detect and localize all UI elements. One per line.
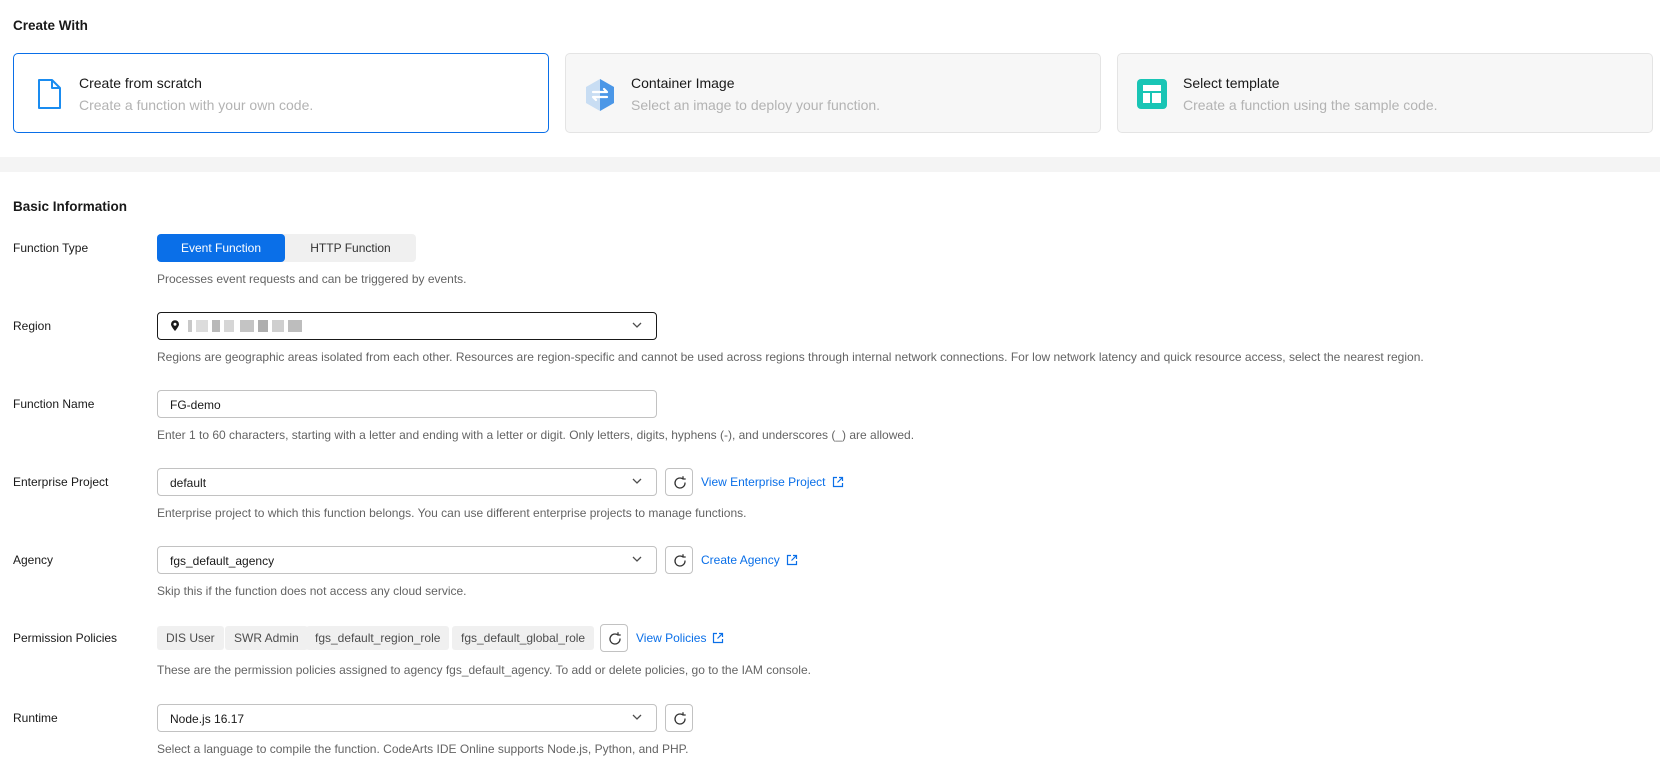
refresh-icon [674, 712, 686, 725]
refresh-icon [609, 632, 621, 645]
external-link-icon [832, 476, 843, 488]
create-with-title: Create With [13, 18, 88, 33]
enterprise-project-select[interactable]: default [157, 468, 657, 496]
runtime-select[interactable]: Node.js 16.17 [157, 704, 657, 732]
permission-policies-hint: These are the permission policies assign… [157, 663, 811, 677]
enterprise-project-hint: Enterprise project to which this functio… [157, 506, 747, 520]
function-name-hint: Enter 1 to 60 characters, starting with … [157, 428, 915, 442]
runtime-value: Node.js 16.17 [170, 712, 245, 726]
agency-select[interactable]: fgs_default_agency [157, 546, 657, 574]
runtime-hint: Select a language to compile the functio… [157, 742, 689, 756]
view-policies-link[interactable]: View Policies [636, 631, 724, 645]
function-type-label: Function Type [13, 241, 89, 255]
create-from-scratch-card[interactable]: Create from scratch Create a function wi… [13, 53, 549, 133]
card-title: Container Image [631, 75, 735, 91]
create-with-cards: Create from scratch Create a function wi… [13, 53, 1653, 133]
external-link-icon [713, 632, 724, 644]
http-function-option[interactable]: HTTP Function [285, 234, 416, 262]
card-description: Create a function with your own code. [79, 97, 314, 113]
external-link-icon [786, 554, 797, 566]
card-title: Select template [1183, 75, 1280, 91]
file-icon [31, 76, 65, 112]
function-name-label: Function Name [13, 397, 95, 411]
refresh-icon [674, 554, 686, 567]
card-description: Create a function using the sample code. [1183, 97, 1438, 113]
refresh-policies-button[interactable] [600, 624, 628, 652]
region-label: Region [13, 319, 52, 333]
refresh-enterprise-project-button[interactable] [665, 468, 693, 496]
enterprise-project-label: Enterprise Project [13, 475, 109, 489]
runtime-label: Runtime [13, 711, 58, 725]
card-description: Select an image to deploy your function. [631, 97, 881, 113]
function-name-input[interactable]: FG-demo [157, 390, 657, 418]
view-enterprise-project-link[interactable]: View Enterprise Project [701, 475, 844, 489]
permission-policies-label: Permission Policies [13, 631, 118, 645]
container-image-card[interactable]: Container Image Select an image to deplo… [565, 53, 1101, 133]
region-select[interactable] [157, 312, 657, 340]
policy-tag: fgs_default_region_role [306, 626, 450, 650]
function-name-value: FG-demo [170, 398, 221, 412]
basic-information-title: Basic Information [13, 199, 128, 214]
container-icon [583, 76, 617, 112]
policy-tag: fgs_default_global_role [452, 626, 595, 650]
section-divider [0, 157, 1660, 172]
region-hint: Regions are geographic areas isolated fr… [157, 350, 1424, 364]
create-agency-link[interactable]: Create Agency [701, 553, 798, 567]
policy-tag: DIS User [157, 626, 224, 650]
template-icon [1135, 76, 1169, 112]
agency-hint: Skip this if the function does not acces… [157, 584, 467, 598]
refresh-runtime-button[interactable] [665, 704, 693, 732]
refresh-agency-button[interactable] [665, 546, 693, 574]
chevron-down-icon [632, 714, 642, 720]
function-type-toggle: Event Function HTTP Function [157, 234, 416, 262]
enterprise-project-value: default [170, 476, 207, 490]
policy-tag: SWR Admin [225, 626, 308, 650]
event-function-option[interactable]: Event Function [157, 234, 285, 262]
location-pin-icon [170, 320, 180, 335]
chevron-down-icon [632, 478, 642, 484]
chevron-down-icon [632, 322, 642, 328]
chevron-down-icon [632, 556, 642, 562]
card-title: Create from scratch [79, 75, 202, 91]
agency-label: Agency [13, 553, 54, 567]
function-type-hint: Processes event requests and can be trig… [157, 272, 467, 286]
agency-value: fgs_default_agency [170, 554, 275, 568]
refresh-icon [674, 476, 686, 489]
select-template-card[interactable]: Select template Create a function using … [1117, 53, 1653, 133]
